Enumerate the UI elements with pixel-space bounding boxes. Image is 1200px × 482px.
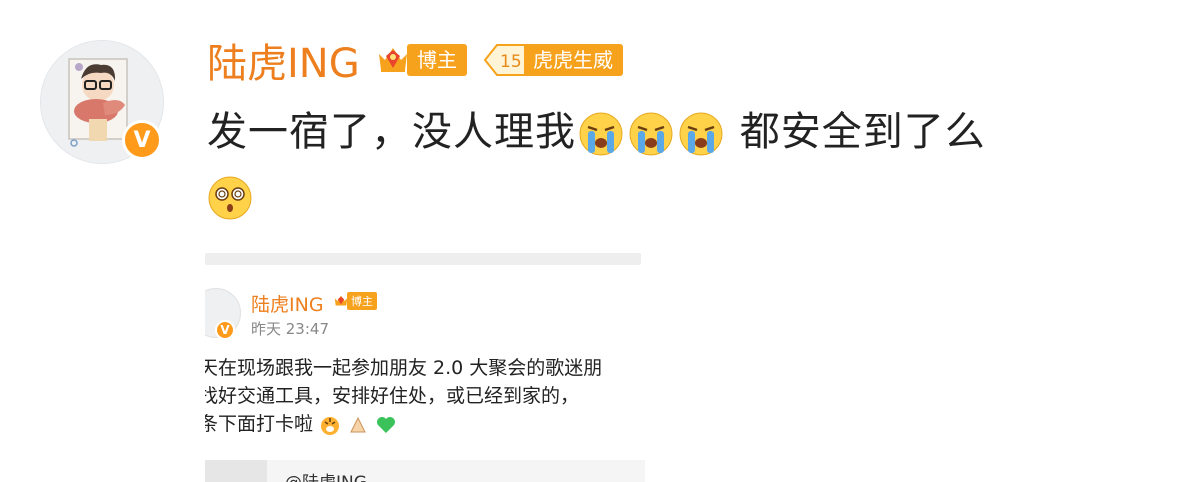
level-badge-label: 虎虎生威 [523,44,623,76]
repost-line-1: 天在现场跟我一起参加朋友 2.0 大聚会的歌迷朋 [205,357,603,379]
crying-face-icon [579,112,623,156]
verified-badge-icon: V [122,120,162,160]
blogger-badge-label: 博主 [407,44,467,76]
post-text-part1: 发一宿了，没人理我 [207,109,576,155]
nested-repost[interactable]: @陆虎ING [205,460,645,482]
post-text: 发一宿了，没人理我 都安全到了么 [207,100,1167,228]
repost-line-2: 找好交通工具，安排好住处，或已经到家的， [205,385,580,407]
username-link[interactable]: 陆虎ING [207,40,360,88]
repost-card[interactable]: V 陆虎ING 博主 昨天 23:47 天在现场跟我一起参加朋友 2.0 大聚会… [205,282,645,482]
repost-body: 天在现场跟我一起参加朋友 2.0 大聚会的歌迷朋 找好交通工具，安排好住处，或已… [205,354,645,438]
dizzy-face-icon [208,176,252,220]
repost-timestamp: 昨天 23:47 [251,320,329,338]
repost-blogger-badge[interactable]: 博主 [333,292,377,310]
level-number: 15 [500,52,522,72]
level-number-icon: 15 [483,43,527,77]
post-text-part2: 都安全到了么 [726,109,986,155]
repost-verified-icon: V [215,320,235,340]
hands-pressed-icon [350,416,366,432]
blogger-badge[interactable]: 博主 [375,42,467,78]
repost-line-3: 条下面打卡啦 [205,413,314,435]
repost-username[interactable]: 陆虎ING [251,290,324,317]
tiger-face-icon [321,416,340,435]
nested-mention[interactable]: @陆虎ING [285,468,367,482]
repost-divider [205,253,641,265]
level-badge[interactable]: 15 虎虎生威 [483,42,623,78]
crying-face-icon [629,112,673,156]
nested-thumbnail [205,460,267,482]
crown-icon [379,48,407,72]
green-heart-icon [377,416,396,433]
user-avatar-wrapper[interactable]: V [40,40,164,164]
repost-blogger-badge-label: 博主 [347,292,377,310]
crying-face-icon [679,112,723,156]
repost-line-3-wrap: 条下面打卡啦 [205,410,645,438]
